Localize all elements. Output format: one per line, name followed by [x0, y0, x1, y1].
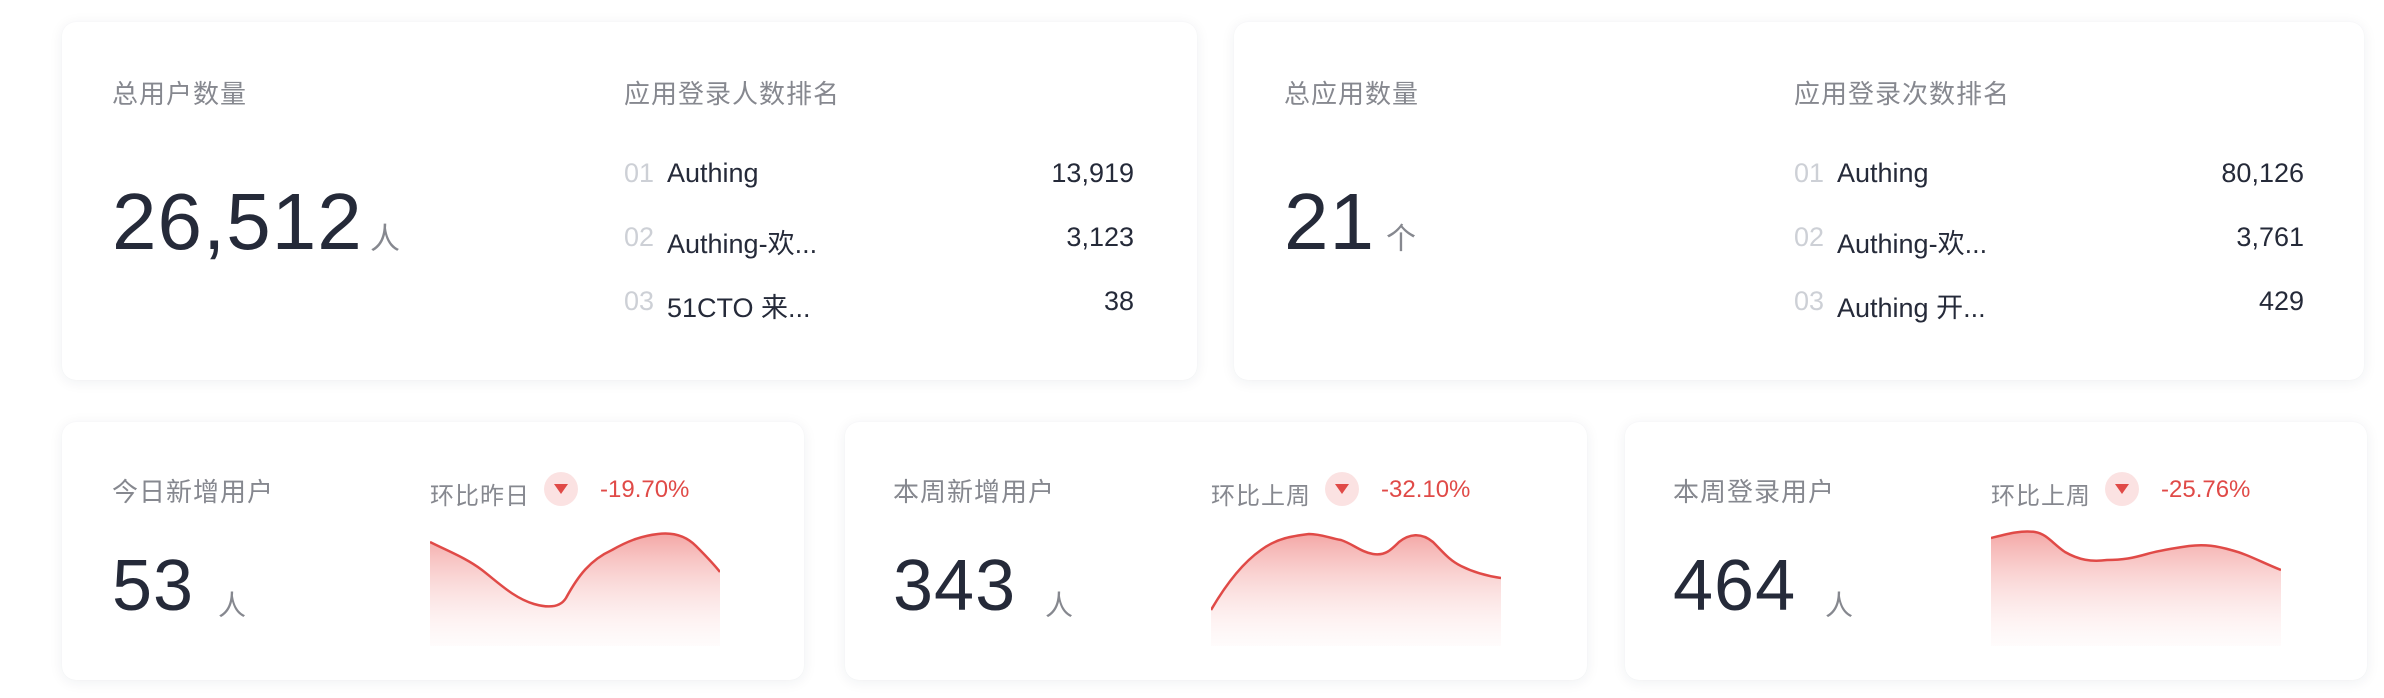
arrow-down-icon: [1325, 472, 1359, 506]
ranking-value: 3,123: [1066, 222, 1134, 252]
login-users-ranking-title: 应用登录人数排名: [624, 79, 841, 109]
ranking-number: 03: [1794, 286, 1825, 316]
change-percent: -32.10%: [1381, 476, 1471, 503]
total-users-title: 总用户数量: [112, 79, 248, 109]
ranking-value: 80,126: [2221, 158, 2304, 188]
arrow-down-icon: [2105, 472, 2139, 506]
ranking-row[interactable]: 01 Authing 13,919: [624, 158, 1134, 198]
today-new-users-card: 今日新增用户 53 人 环比昨日 -19.70%: [62, 422, 804, 680]
compare-label: 环比上周: [1211, 483, 1311, 510]
login-count-ranking-title: 应用登录次数排名: [1794, 79, 2011, 109]
compare-label: 环比上周: [1991, 483, 2091, 510]
stat-title: 本周新增用户: [893, 477, 1056, 507]
ranking-row[interactable]: 02 Authing-欢... 3,123: [624, 222, 1134, 262]
stat-unit: 人: [1825, 590, 1854, 621]
arrow-down-icon: [544, 472, 578, 506]
ranking-value: 13,919: [1051, 158, 1134, 188]
ranking-app-name: Authing 开...: [1837, 293, 1986, 323]
ranking-app-name: Authing-欢...: [667, 229, 818, 259]
ranking-number: 03: [624, 286, 655, 316]
stat-value: 53: [112, 546, 195, 626]
change-percent: -25.76%: [2161, 476, 2251, 503]
stat-title: 今日新增用户: [112, 477, 275, 507]
ranking-number: 02: [624, 222, 655, 252]
ranking-app-name: 51CTO 来...: [667, 293, 811, 323]
ranking-app-name: Authing: [1837, 158, 1929, 188]
total-users-unit: 人: [370, 223, 400, 256]
ranking-value: 38: [1103, 286, 1134, 316]
ranking-app-name: Authing-欢...: [1837, 229, 1988, 259]
total-apps-card: 总应用数量 21 个 应用登录次数排名 01 Authing 80,126 02…: [1234, 22, 2364, 380]
total-users-value: 26,512: [112, 177, 363, 266]
stat-unit: 人: [218, 590, 247, 621]
ranking-row[interactable]: 01 Authing 80,126: [1794, 158, 2304, 198]
total-apps-title: 总应用数量: [1284, 79, 1420, 109]
total-apps-value: 21: [1284, 177, 1375, 266]
change-percent: -19.70%: [600, 476, 690, 503]
ranking-number: 02: [1794, 222, 1825, 252]
stat-title: 本周登录用户: [1673, 477, 1836, 507]
stat-value: 464: [1673, 546, 1797, 626]
trend-sparkline: [1211, 532, 1501, 646]
stat-value: 343: [893, 546, 1017, 626]
week-login-users-card: 本周登录用户 464 人 环比上周 -25.76%: [1625, 422, 2367, 680]
ranking-row[interactable]: 03 Authing 开... 429: [1794, 286, 2304, 326]
ranking-row[interactable]: 03 51CTO 来... 38: [624, 286, 1134, 326]
trend-sparkline: [430, 532, 720, 646]
ranking-value: 3,761: [2236, 222, 2304, 252]
ranking-app-name: Authing: [667, 158, 759, 188]
compare-label: 环比昨日: [430, 483, 530, 510]
ranking-number: 01: [624, 158, 655, 188]
ranking-value: 429: [2258, 286, 2304, 316]
total-apps-unit: 个: [1386, 223, 1416, 256]
ranking-row[interactable]: 02 Authing-欢... 3,761: [1794, 222, 2304, 262]
week-new-users-card: 本周新增用户 343 人 环比上周 -32.10%: [845, 422, 1587, 680]
total-users-card: 总用户数量 26,512 人 应用登录人数排名 01 Authing 13,91…: [62, 22, 1197, 380]
stat-unit: 人: [1045, 590, 1074, 621]
ranking-number: 01: [1794, 158, 1825, 188]
trend-sparkline: [1991, 530, 2281, 646]
